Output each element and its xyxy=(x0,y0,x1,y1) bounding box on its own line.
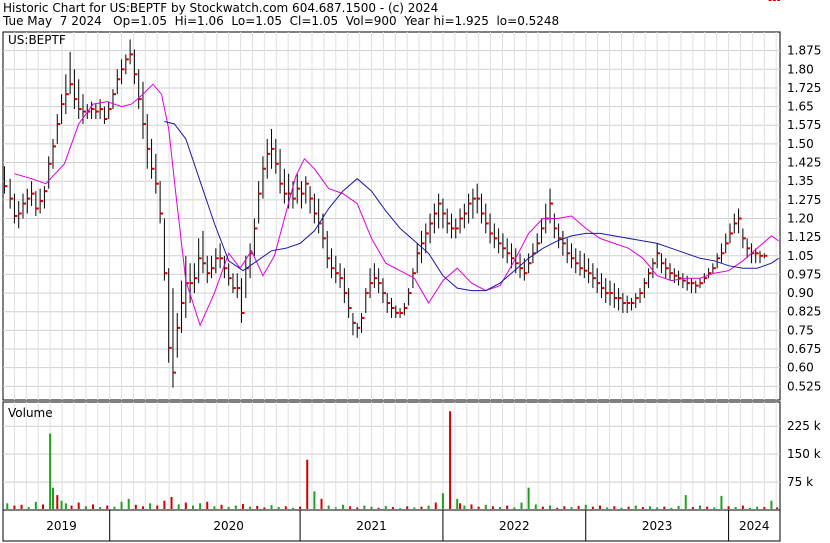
volume-frame xyxy=(2,401,781,511)
price-tick-label: 0.90 xyxy=(787,286,814,300)
x-tick-label: 2022 xyxy=(499,519,530,533)
volume-tick-label: 225 k xyxy=(787,419,821,433)
price-tick-label: 1.35 xyxy=(787,174,814,188)
price-tick-label: 0.825 xyxy=(787,305,821,319)
chart-svg: 1.875 1.80 1.725 1.65 1.575 1.50 1.425 1.35 1.27… xyxy=(2,0,821,542)
volume-y-ticks: 225 k 150 k 75 k xyxy=(787,419,821,489)
volume-panel: 225 k 150 k 75 k Volume xyxy=(2,401,821,511)
price-tick-label: 0.60 xyxy=(787,361,814,375)
x-tick-label: 2020 xyxy=(213,519,244,533)
price-tick-label: 1.575 xyxy=(787,118,821,132)
price-tick-label: 1.20 xyxy=(787,211,814,225)
price-tick-label: 1.65 xyxy=(787,100,814,114)
x-tick-label: 2023 xyxy=(642,519,673,533)
symbol-label: US:BEPTF xyxy=(8,33,66,47)
price-tick-label: 0.975 xyxy=(787,267,821,281)
price-tick-label: 1.05 xyxy=(787,249,814,263)
volume-title: Volume xyxy=(8,406,53,420)
price-y-ticks: 1.875 1.80 1.725 1.65 1.575 1.50 1.425 1.35 1.27… xyxy=(787,44,821,394)
x-axis: 2019 2020 2021 2022 2023 2024 xyxy=(2,509,781,542)
volume-tick-label: 75 k xyxy=(787,475,813,489)
x-tick-label: 2024 xyxy=(739,519,770,533)
price-tick-label: 1.725 xyxy=(787,81,821,95)
price-frame xyxy=(2,31,781,401)
x-tick-label: 2021 xyxy=(356,519,387,533)
price-tick-label: 1.50 xyxy=(787,137,814,151)
price-tick-label: 1.425 xyxy=(787,156,821,170)
price-tick-label: 0.525 xyxy=(787,379,821,393)
volume-tick-label: 150 k xyxy=(787,447,821,461)
price-tick-label: 0.75 xyxy=(787,323,814,337)
price-tick-label: 1.80 xyxy=(787,62,814,76)
price-tick-label: 1.275 xyxy=(787,193,821,207)
x-tick-label: 2019 xyxy=(46,519,77,533)
chart-root: Historic Chart for US:BEPTF by Stockwatc… xyxy=(0,0,830,543)
price-tick-label: 0.675 xyxy=(787,342,821,356)
price-panel: 1.875 1.80 1.725 1.65 1.575 1.50 1.425 1.35 1.27… xyxy=(2,0,821,401)
price-tick-label: 1.125 xyxy=(787,230,821,244)
price-tick-label: 1.875 xyxy=(787,44,821,58)
